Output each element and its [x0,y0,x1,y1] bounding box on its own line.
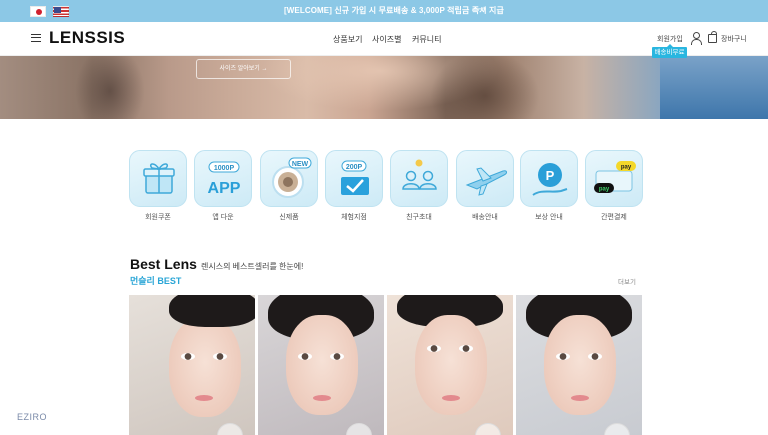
product-image-part [213,353,227,360]
menu-icon[interactable] [31,34,41,42]
app-text: APP [208,180,241,197]
user-icon[interactable] [690,32,702,45]
product-thumb-circle [217,423,243,435]
quick-menu: 회원쿠폰 1000P APP 앱 다운 NEW 신제품 200P 체험지점 친구… [0,150,768,230]
watermark-logo: EZIRO [17,412,48,422]
tab-monthly-best[interactable]: 먼슬리 BEST [130,274,181,287]
product-image-part [459,345,473,352]
usa-flag-icon[interactable] [53,6,69,17]
more-link[interactable]: 더보기 [618,276,636,286]
points-icon: P [520,150,578,207]
arrow-right-icon[interactable]: ⟶ [472,5,486,15]
hero-image-part [430,56,540,119]
friends-icon [390,150,448,207]
cart-icon[interactable] [708,31,717,43]
quick-menu-label: 친구초대 [406,214,432,221]
product-image-part [181,353,195,360]
product-image-part [588,353,602,360]
new-lens-icon: NEW [260,150,318,207]
product-image-part [313,395,331,401]
hero-image-part [660,56,768,119]
nav-item-products[interactable]: 상품보기 [333,34,362,45]
quick-menu-label: 보상 안내 [535,214,563,221]
airplane-icon [456,150,514,207]
product-card[interactable] [258,295,384,435]
site-logo[interactable]: LENSSIS [49,28,125,48]
product-card[interactable] [387,295,513,435]
quick-menu-label: 체험지점 [341,214,367,221]
pay-cards-icon: pay pay [585,150,643,207]
checkmark-200p-icon: 200P [325,150,383,207]
promo-bar: [WELCOME] 신규 가입 시 무료배송 & 3,000P 적립금 즉시 지… [0,0,768,22]
hero-image-part [75,56,145,119]
hero-banner[interactable]: 사이즈 알아보기 → [0,56,768,119]
product-card[interactable] [516,295,642,435]
quick-menu-label: 신제품 [279,214,299,221]
nav-item-community[interactable]: 커뮤니티 [412,34,441,45]
cart-link[interactable]: 장바구니 [721,34,747,44]
npay-text: pay [599,187,610,193]
app-badge-text: 1000P [214,165,235,172]
signup-link[interactable]: 회원가입 [657,34,683,44]
quick-menu-label: 간편결제 [601,214,627,221]
quick-menu-label: 배송안내 [472,214,498,221]
best-section-title: Best Lens [130,256,197,272]
free-shipping-badge: 배송비무료 [652,44,687,58]
quick-menu-coupon[interactable]: 회원쿠폰 [129,150,187,222]
quick-menu-experience[interactable]: 200P 체험지점 [325,150,383,222]
product-thumb-circle [475,423,501,435]
product-image-part [169,295,255,327]
best-section-subtitle: 렌시스의 베스트셀러를 한눈에! [201,262,304,271]
quick-menu-invite[interactable]: 친구초대 [390,150,448,222]
promo-text[interactable]: [WELCOME] 신규 가입 시 무료배송 & 3,000P 적립금 즉시 지… [284,5,504,16]
quick-menu-rewards[interactable]: P 보상 안내 [520,150,578,222]
product-image-part [442,395,460,401]
product-image [169,317,241,417]
hero-button[interactable]: 사이즈 알아보기 → [196,59,291,79]
product-image-part [298,353,312,360]
product-image-part [571,395,589,401]
quick-menu-app[interactable]: 1000P APP 앱 다운 [194,150,252,222]
product-thumb-circle [346,423,372,435]
product-image-part [427,345,441,352]
points-badge-text: 200P [346,164,363,171]
japan-flag-icon[interactable] [30,6,46,17]
points-letter: P [546,168,555,183]
product-image-part [330,353,344,360]
product-image-part [195,395,213,401]
nav-item-sizes[interactable]: 사이즈별 [372,34,401,45]
new-badge-text: NEW [292,161,309,168]
gift-box-icon [129,150,187,207]
pay-badge-text: pay [621,165,632,171]
app-1000p-icon: 1000P APP [194,150,252,207]
quick-menu-new[interactable]: NEW 신제품 [260,150,318,222]
quick-menu-label: 앱 다운 [212,214,234,221]
product-image-part [556,353,570,360]
product-card[interactable] [129,295,255,435]
product-thumb-circle [604,423,630,435]
quick-menu-pay[interactable]: pay pay 간편결제 [585,150,643,222]
quick-menu-label: 회원쿠폰 [145,214,171,221]
quick-menu-shipping[interactable]: 배송안내 [456,150,514,222]
